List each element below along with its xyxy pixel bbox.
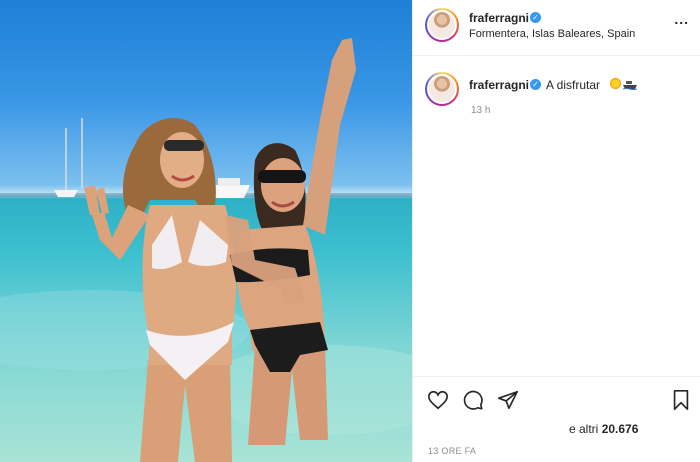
comment-username[interactable]: fraferragni (469, 78, 529, 92)
bookmark-icon[interactable] (670, 389, 692, 411)
likes-number: 20.676 (601, 422, 639, 436)
author-username[interactable]: fraferragni (469, 11, 529, 25)
comment-icon[interactable] (462, 389, 484, 411)
caption-comment: fraferragni ✓ A disfrutar 13 h (413, 64, 700, 124)
beach-photo-illustration (0, 38, 412, 462)
more-options-icon[interactable]: ... (674, 11, 689, 27)
caption-text: A disfrutar (546, 78, 601, 92)
boat-emoji (623, 81, 637, 90)
likes-prefix: e altri (569, 422, 599, 436)
sailboat-left (54, 118, 83, 197)
comment-avatar[interactable] (425, 72, 459, 106)
person-left (84, 117, 237, 462)
comment-time: 13 h (471, 105, 491, 116)
post-header: fraferragni ✓ Formentera, Islas Baleares… (413, 0, 700, 56)
share-icon[interactable] (497, 389, 519, 411)
post-actions: e altri 20.676 13 ORE FA (413, 376, 700, 462)
likes-count[interactable]: e altri 20.676 (569, 422, 638, 436)
verified-badge-icon: ✓ (530, 12, 541, 23)
post-photo[interactable] (0, 0, 412, 462)
posted-time[interactable]: 13 ORE FA (428, 446, 476, 456)
sun-emoji (609, 77, 622, 90)
post-location[interactable]: Formentera, Islas Baleares, Spain (469, 28, 635, 40)
post-sidebar: fraferragni ✓ Formentera, Islas Baleares… (412, 0, 700, 462)
verified-badge-icon: ✓ (530, 79, 541, 90)
author-avatar[interactable] (425, 8, 459, 42)
yacht-right (210, 178, 250, 198)
heart-icon[interactable] (427, 389, 449, 411)
